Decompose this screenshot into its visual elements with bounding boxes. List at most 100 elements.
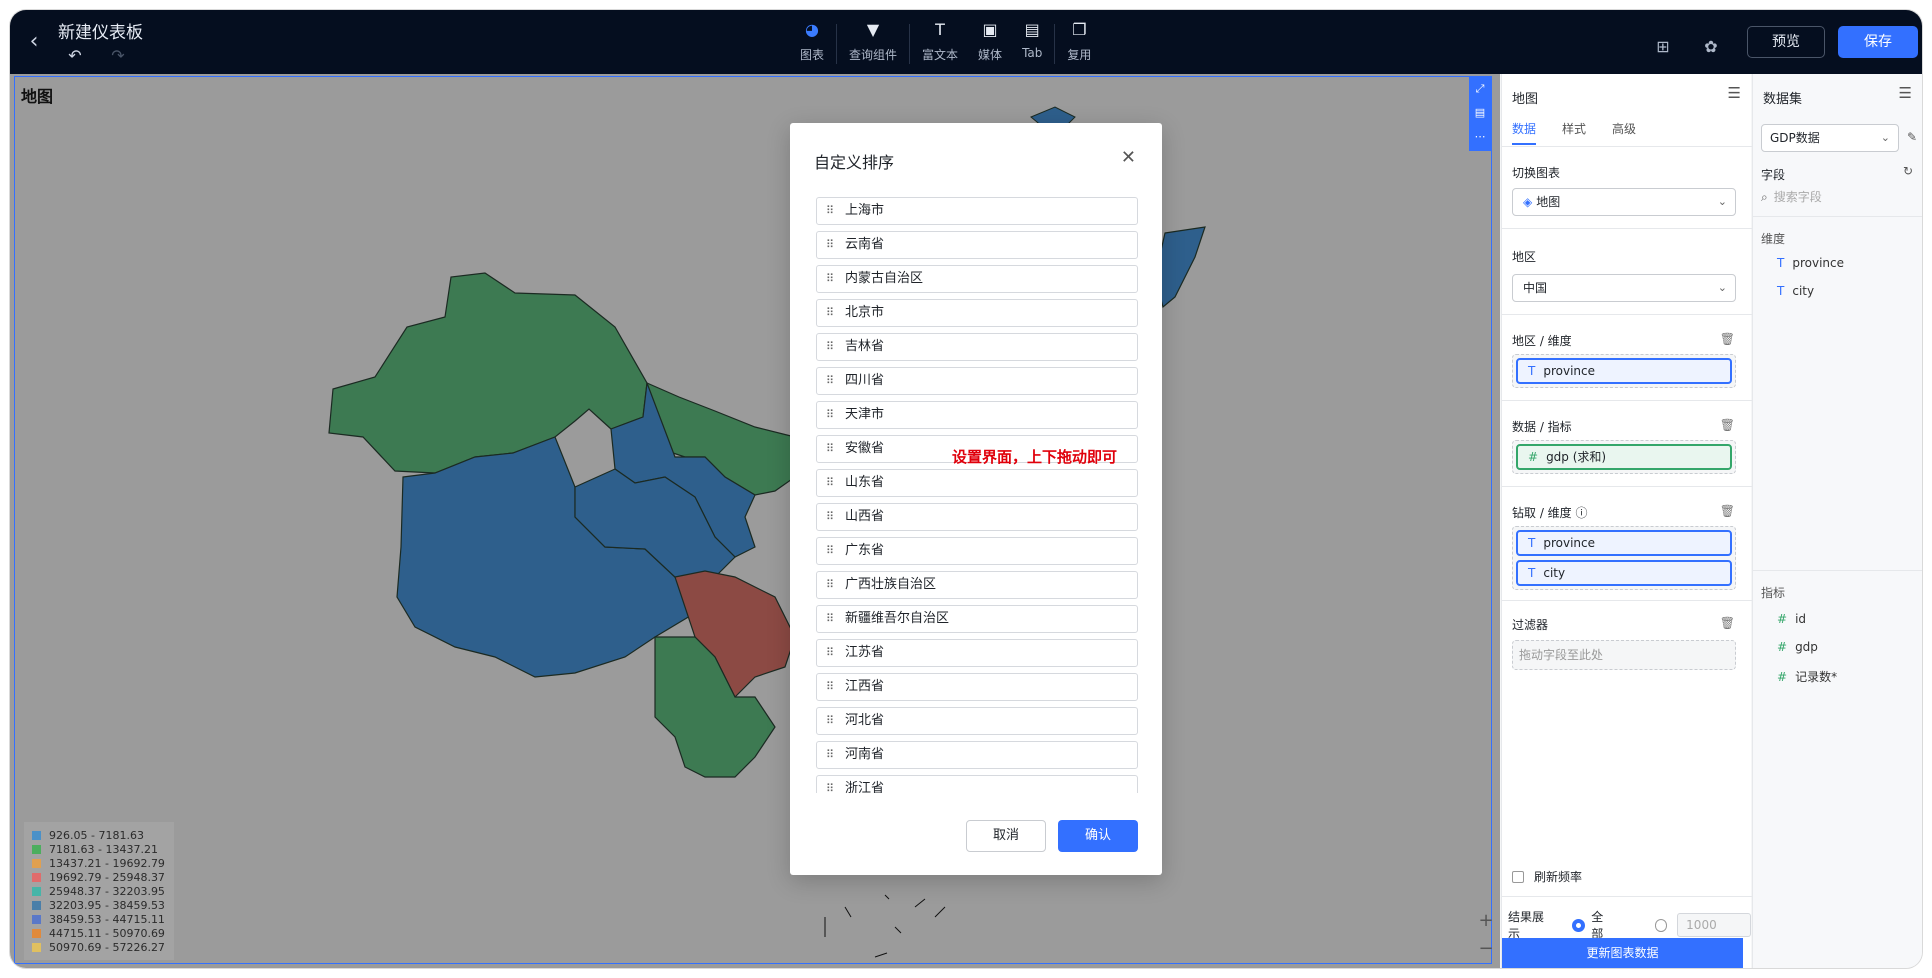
update-chart-data-button[interactable]: 更新图表数据 xyxy=(1502,938,1743,968)
trash-icon[interactable]: 🗑 xyxy=(1720,332,1735,346)
drag-handle-icon[interactable]: ⠿ xyxy=(826,538,834,564)
tab-data[interactable]: 数据 xyxy=(1512,120,1537,145)
metric-field-pill[interactable]: # gdp (求和) xyxy=(1516,444,1732,470)
drag-handle-icon[interactable]: ⠿ xyxy=(826,436,834,462)
tool-query[interactable]: ▼ 查询组件 xyxy=(839,20,907,70)
drag-handle-icon[interactable]: ⠿ xyxy=(826,708,834,734)
dataset-metric-item[interactable]: # gdp xyxy=(1777,640,1818,654)
drag-handle-icon[interactable]: ⠿ xyxy=(826,232,834,258)
dataset-dimension-item[interactable]: Tprovince xyxy=(1777,256,1844,270)
drag-handle-icon[interactable]: ⠿ xyxy=(826,572,834,598)
fullscreen-icon[interactable]: ⤢ xyxy=(1469,77,1491,101)
dataset-menu-icon[interactable]: ☰ xyxy=(1899,84,1912,102)
back-icon[interactable]: ‹ xyxy=(22,30,46,54)
theme-palette-icon[interactable]: ✿ xyxy=(1700,36,1722,58)
legend-entry[interactable]: 926.05 - 7181.63 xyxy=(32,828,166,842)
trash-icon[interactable]: 🗑 xyxy=(1720,418,1735,432)
legend-entry[interactable]: 25948.37 - 32203.95 xyxy=(32,884,166,898)
tool-reuse[interactable]: ❐ 复用 xyxy=(1057,20,1101,70)
legend-entry[interactable]: 19692.79 - 25948.37 xyxy=(32,870,166,884)
drag-handle-icon[interactable]: ⠿ xyxy=(826,300,834,326)
sort-list-item[interactable]: ⠿ 广东省 xyxy=(816,537,1138,565)
sort-list-item[interactable]: ⠿ 四川省 xyxy=(816,367,1138,395)
sort-list-item[interactable]: ⠿ 河北省 xyxy=(816,707,1138,735)
legend-entry[interactable]: 50970.69 - 57226.27 xyxy=(32,940,166,954)
sort-list-item[interactable]: ⠿ 北京市 xyxy=(816,299,1138,327)
dataset-metric-item[interactable]: # 记录数* xyxy=(1777,668,1837,685)
refresh-icon[interactable]: ↻ xyxy=(1903,164,1913,178)
sort-list-item[interactable]: ⠿ 吉林省 xyxy=(816,333,1138,361)
drag-handle-icon[interactable]: ⠿ xyxy=(826,368,834,394)
legend-entry[interactable]: 44715.11 - 50970.69 xyxy=(32,926,166,940)
result-limit-input[interactable]: 1000 xyxy=(1677,913,1752,937)
drag-handle-icon[interactable]: ⠿ xyxy=(826,776,834,793)
chart-type-select[interactable]: ◈ 地图 ⌄ xyxy=(1512,188,1736,216)
legend-entry[interactable]: 38459.53 - 44715.11 xyxy=(32,912,166,926)
trash-icon[interactable]: 🗑 xyxy=(1720,504,1735,518)
legend-entry[interactable]: 32203.95 - 38459.53 xyxy=(32,898,166,912)
sort-item-label: 山西省 xyxy=(845,509,885,524)
field-search-input[interactable]: ⌕ 搜索字段 xyxy=(1761,186,1911,208)
undo-icon[interactable]: ↶ xyxy=(65,46,85,66)
drag-handle-icon[interactable]: ⠿ xyxy=(826,334,834,360)
dataset-dimension-item[interactable]: Tcity xyxy=(1777,284,1814,298)
tab-advanced[interactable]: 高级 xyxy=(1612,120,1636,145)
result-all-radio[interactable] xyxy=(1572,918,1586,932)
drill-field-pill[interactable]: Tcity xyxy=(1516,560,1732,586)
close-icon[interactable]: ✕ xyxy=(1121,149,1136,167)
sort-list-item[interactable]: ⠿ 江西省 xyxy=(816,673,1138,701)
tool-tab[interactable]: ▤ Tab xyxy=(1012,20,1052,70)
drag-handle-icon[interactable]: ⠿ xyxy=(826,198,834,224)
sort-list-item[interactable]: ⠿ 云南省 xyxy=(816,231,1138,259)
preview-button[interactable]: 预览 xyxy=(1747,26,1825,58)
panel-menu-icon[interactable]: ☰ xyxy=(1728,84,1741,102)
save-button[interactable]: 保存 xyxy=(1838,26,1918,58)
drag-handle-icon[interactable]: ⠿ xyxy=(826,674,834,700)
dataset-metric-item[interactable]: # id xyxy=(1777,612,1806,626)
tool-media[interactable]: ▣ 媒体 xyxy=(968,20,1012,70)
tool-richtext[interactable]: T 富文本 xyxy=(912,20,968,70)
drag-handle-icon[interactable]: ⠿ xyxy=(826,470,834,496)
legend-swatch xyxy=(32,858,41,868)
tab-style[interactable]: 样式 xyxy=(1562,120,1586,145)
drag-handle-icon[interactable]: ⠿ xyxy=(826,606,834,632)
drag-handle-icon[interactable]: ⠿ xyxy=(826,266,834,292)
map-chart-widget[interactable]: 地图 ⤢ ▤ ⋯ + − xyxy=(14,76,1494,964)
sort-list-item[interactable]: ⠿ 山西省 xyxy=(816,503,1138,531)
edit-icon[interactable]: ✎ xyxy=(1907,130,1917,144)
drill-field-pill[interactable]: Tprovince xyxy=(1516,530,1732,556)
zoom-in-icon[interactable]: + xyxy=(1471,907,1501,935)
redo-icon[interactable]: ↷ xyxy=(108,46,128,66)
drag-handle-icon[interactable]: ⠿ xyxy=(826,742,834,768)
sort-list-item[interactable]: ⠿ 内蒙古自治区 xyxy=(816,265,1138,293)
zoom-out-icon[interactable]: − xyxy=(1471,935,1501,963)
result-limit-radio[interactable] xyxy=(1654,918,1668,932)
confirm-button[interactable]: 确认 xyxy=(1058,820,1138,852)
filter-dropzone[interactable]: 拖动字段至此处 xyxy=(1512,640,1736,670)
drag-handle-icon[interactable]: ⠿ xyxy=(826,640,834,666)
region-select[interactable]: 中国 ⌄ xyxy=(1512,274,1736,302)
trash-icon[interactable]: 🗑 xyxy=(1720,616,1735,630)
cancel-button[interactable]: 取消 xyxy=(966,820,1046,852)
drag-handle-icon[interactable]: ⠿ xyxy=(826,402,834,428)
layout-icon[interactable]: ⊞ xyxy=(1652,36,1674,58)
refresh-checkbox[interactable] xyxy=(1512,870,1524,883)
more-icon[interactable]: ⋯ xyxy=(1469,125,1491,149)
tool-chart[interactable]: ◕ 图表 xyxy=(790,20,834,70)
sort-list-item[interactable]: ⠿ 山东省 xyxy=(816,469,1138,497)
sort-list-item[interactable]: ⠿ 浙江省 xyxy=(816,775,1138,793)
dashboard-title[interactable]: 新建仪表板 xyxy=(58,18,143,43)
dimension-field-pill[interactable]: Tprovince xyxy=(1516,358,1732,384)
sort-list-item[interactable]: ⠿ 上海市 xyxy=(816,197,1138,225)
sort-list-item[interactable]: ⠿ 河南省 xyxy=(816,741,1138,769)
sort-list-item[interactable]: ⠿ 广西壮族自治区 xyxy=(816,571,1138,599)
legend-entry[interactable]: 13437.21 - 19692.79 xyxy=(32,856,166,870)
dataset-select[interactable]: GDP数据 ⌄ xyxy=(1761,124,1899,152)
sort-list-item[interactable]: ⠿ 江苏省 xyxy=(816,639,1138,667)
legend-entry[interactable]: 7181.63 - 13437.21 xyxy=(32,842,166,856)
sort-list-item[interactable]: ⠿ 新疆维吾尔自治区 xyxy=(816,605,1138,633)
detail-icon[interactable]: ▤ xyxy=(1469,101,1491,125)
sort-list-item[interactable]: ⠿ 天津市 xyxy=(816,401,1138,429)
info-icon[interactable]: ⓘ xyxy=(1576,506,1588,520)
drag-handle-icon[interactable]: ⠿ xyxy=(826,504,834,530)
